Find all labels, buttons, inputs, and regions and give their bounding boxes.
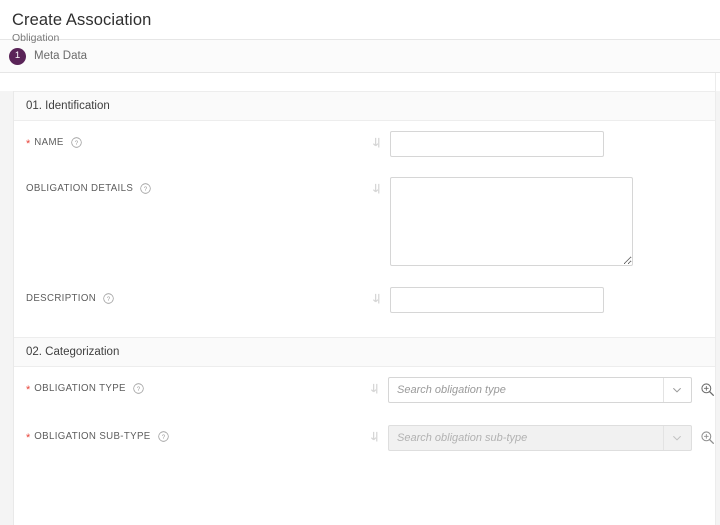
field-cell-name (371, 121, 604, 157)
chevron-down-icon[interactable] (671, 384, 683, 396)
name-input[interactable] (390, 131, 604, 157)
obligation-type-select-wrapper: Search obligation type (388, 377, 692, 403)
question-circle-icon[interactable]: ? (71, 137, 82, 148)
obligation-type-placeholder: Search obligation type (397, 384, 663, 396)
form-row-description: DESCRIPTION ? (14, 277, 715, 325)
obligation-sub-type-select[interactable]: Search obligation sub-type (388, 425, 692, 451)
obligation-type-select[interactable]: Search obligation type (388, 377, 692, 403)
svg-text:?: ? (74, 140, 78, 147)
label-cell-obligation-sub-type: * OBLIGATION SUB-TYPE ? (26, 415, 369, 442)
required-indicator: * (26, 434, 30, 442)
field-cell-obligation-type: Search obligation type (369, 367, 715, 403)
svg-text:?: ? (107, 296, 111, 303)
arrow-down-to-line-icon[interactable] (369, 383, 380, 397)
question-circle-icon[interactable]: ? (140, 183, 151, 194)
label-cell-obligation-details: OBLIGATION DETAILS ? (26, 167, 371, 194)
content-right-edge-rule (715, 73, 716, 525)
page-title: Create Association (12, 10, 720, 30)
field-cell-obligation-sub-type: Search obligation sub-type (369, 415, 715, 451)
arrow-down-to-line-icon[interactable] (369, 431, 380, 445)
question-circle-icon[interactable]: ? (158, 431, 169, 442)
field-cell-obligation-details (371, 167, 633, 266)
step-label: Meta Data (34, 50, 87, 62)
field-cell-description (371, 277, 604, 313)
form-row-name: * NAME ? (14, 121, 715, 167)
chevron-down-icon[interactable] (671, 432, 683, 444)
field-label-obligation-sub-type: OBLIGATION SUB-TYPE (34, 431, 150, 442)
form-scroll-region[interactable]: 01. Identification * NAME ? OBLIGATION D… (0, 73, 720, 525)
arrow-down-to-line-icon[interactable] (371, 293, 382, 307)
section-header-categorization: 02. Categorization (14, 337, 715, 367)
form-row-obligation-sub-type: * OBLIGATION SUB-TYPE ? Search obligatio… (14, 415, 715, 463)
field-label-obligation-details: OBLIGATION DETAILS (26, 183, 133, 194)
field-label-name: NAME (34, 137, 63, 148)
required-indicator: * (26, 386, 30, 394)
arrow-down-to-line-icon[interactable] (371, 183, 382, 197)
question-circle-icon[interactable]: ? (133, 383, 144, 394)
form-card: 01. Identification * NAME ? OBLIGATION D… (13, 91, 715, 525)
arrow-down-to-line-icon[interactable] (371, 137, 382, 151)
select-divider (663, 378, 664, 402)
select-divider (663, 426, 664, 450)
section-header-identification: 01. Identification (14, 91, 715, 121)
label-cell-name: * NAME ? (26, 121, 371, 148)
required-indicator: * (26, 140, 30, 148)
label-cell-description: DESCRIPTION ? (26, 277, 371, 304)
question-circle-icon[interactable]: ? (103, 293, 114, 304)
svg-text:?: ? (137, 386, 141, 393)
form-row-obligation-type: * OBLIGATION TYPE ? Search obligation ty… (14, 367, 715, 415)
page-header: Create Association Obligation (0, 0, 720, 40)
content-top-spacer (0, 73, 720, 91)
svg-text:?: ? (161, 434, 165, 441)
description-input[interactable] (390, 287, 604, 313)
field-label-description: DESCRIPTION (26, 293, 96, 304)
obligation-sub-type-placeholder: Search obligation sub-type (397, 432, 663, 444)
wizard-step-meta-data[interactable]: 1 Meta Data (9, 48, 87, 65)
field-label-obligation-type: OBLIGATION TYPE (34, 383, 126, 394)
form-row-obligation-details: OBLIGATION DETAILS ? (14, 167, 715, 277)
obligation-sub-type-select-wrapper: Search obligation sub-type (388, 425, 692, 451)
obligation-details-textarea[interactable] (390, 177, 633, 266)
svg-text:?: ? (144, 186, 148, 193)
step-number-badge: 1 (9, 48, 26, 65)
wizard-step-bar: 1 Meta Data (0, 40, 720, 73)
magnifier-plus-icon[interactable] (700, 382, 715, 397)
magnifier-plus-icon[interactable] (700, 430, 715, 445)
label-cell-obligation-type: * OBLIGATION TYPE ? (26, 367, 369, 394)
